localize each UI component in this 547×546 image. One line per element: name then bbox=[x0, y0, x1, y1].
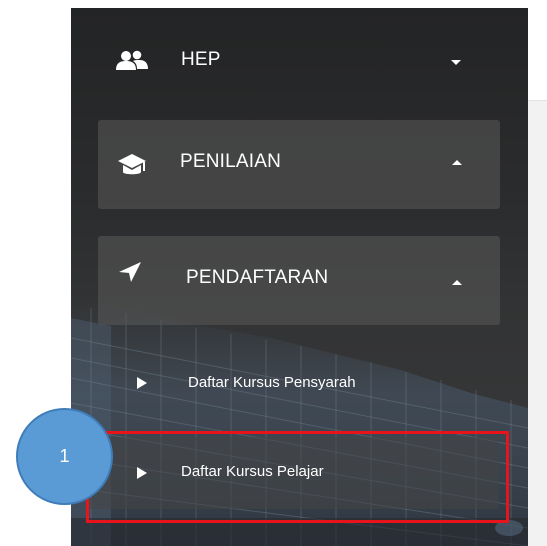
graduation-cap-icon bbox=[118, 154, 146, 175]
main-content-area bbox=[528, 8, 547, 546]
play-icon bbox=[137, 377, 147, 389]
sidebar-item-hep-label: HEP bbox=[181, 49, 221, 70]
highlight-annotation-box bbox=[86, 431, 509, 523]
submenu-item-daftar-kursus-pensyarah-label: Daftar Kursus Pensyarah bbox=[188, 374, 356, 391]
sidebar-item-hep[interactable]: HEP bbox=[71, 30, 528, 90]
top-navbar bbox=[528, 8, 547, 101]
step-number-badge: 1 bbox=[16, 408, 113, 505]
sidebar-item-pendaftaran-label: PENDAFTARAN bbox=[186, 267, 329, 288]
sidebar-item-penilaian[interactable]: PENILAIAN bbox=[98, 120, 500, 209]
screenshot-stage: HEP PENILAIAN PENDAFTARAN Daftar Kursus … bbox=[0, 0, 547, 546]
chevron-up-icon bbox=[452, 160, 462, 165]
sidebar-item-pendaftaran[interactable]: PENDAFTARAN bbox=[98, 236, 500, 325]
sidebar-item-penilaian-label: PENILAIAN bbox=[180, 151, 282, 172]
chevron-down-icon bbox=[451, 60, 461, 65]
location-arrow-icon bbox=[119, 262, 141, 282]
submenu-item-daftar-kursus-pensyarah[interactable]: Daftar Kursus Pensyarah bbox=[71, 358, 528, 408]
users-icon bbox=[116, 50, 148, 70]
step-number-label: 1 bbox=[59, 446, 70, 466]
chevron-up-icon bbox=[452, 280, 462, 285]
content-body bbox=[528, 101, 547, 546]
